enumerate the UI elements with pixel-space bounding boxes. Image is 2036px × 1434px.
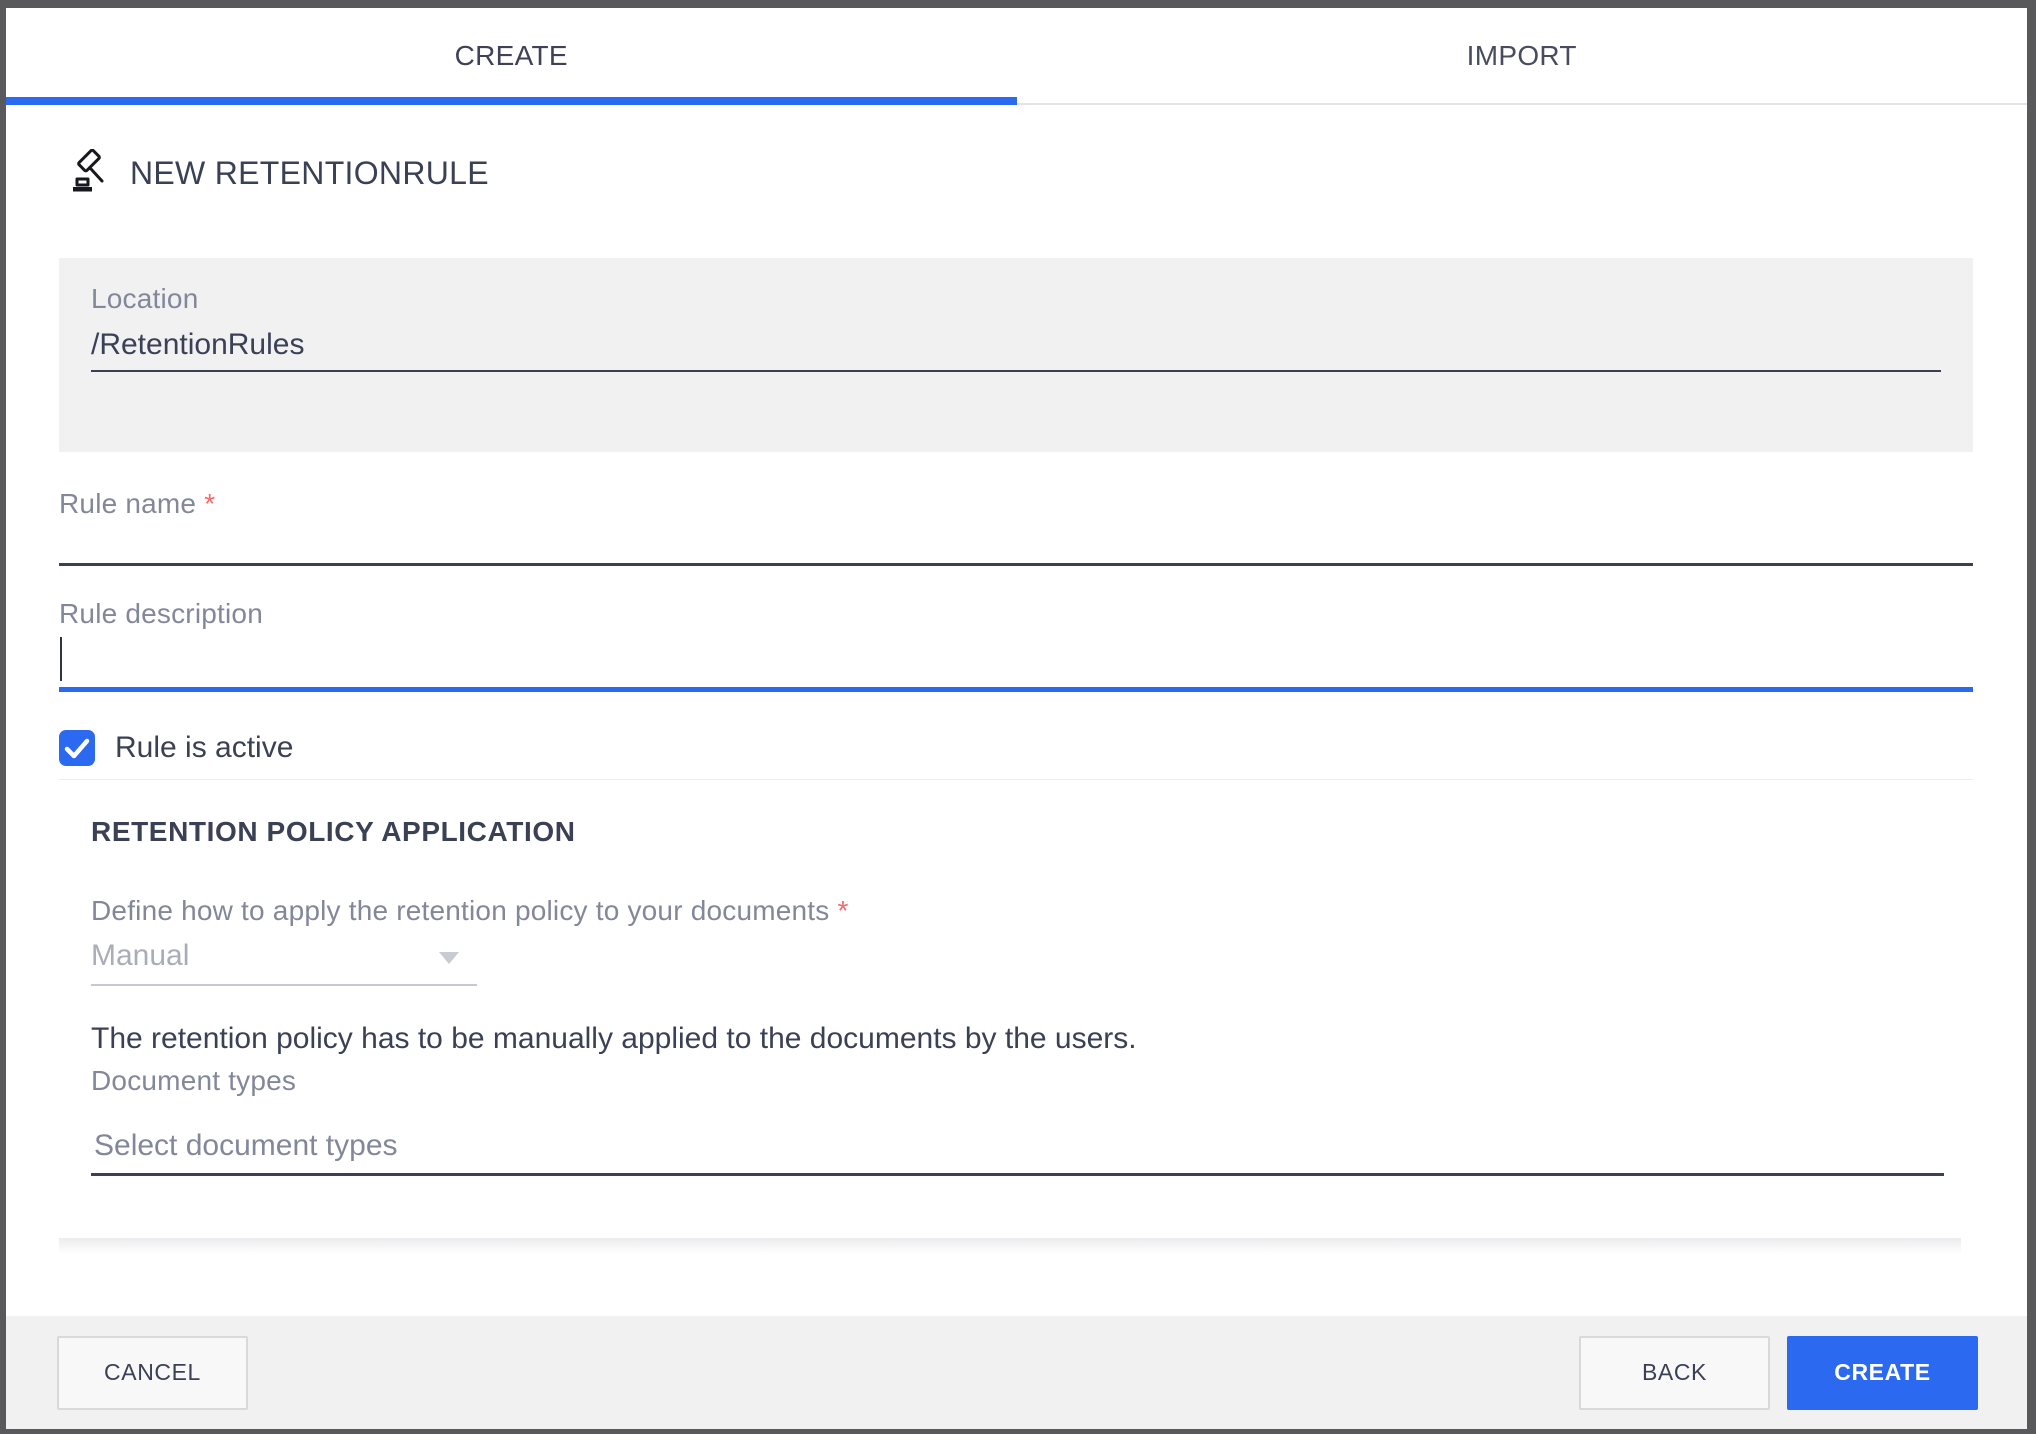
rule-description-field: Rule description (59, 597, 1973, 692)
location-input[interactable] (91, 324, 1941, 372)
rule-name-label: Rule name * (59, 487, 1973, 521)
rule-active-label[interactable]: Rule is active (115, 731, 293, 765)
apply-mode-help-text: The retention policy has to be manually … (91, 1022, 1137, 1055)
page-title: NEW RETENTIONRULE (130, 154, 489, 191)
apply-mode-label-text: Define how to apply the retention policy… (91, 895, 830, 926)
location-field-group: Location (59, 258, 1973, 452)
chevron-down-icon (439, 952, 459, 964)
back-button[interactable]: BACK (1579, 1335, 1770, 1410)
retention-policy-section: RETENTION POLICY APPLICATION Define how … (59, 814, 1973, 1176)
tab-import-label: IMPORT (1466, 39, 1577, 71)
dialog-tabbar: CREATE IMPORT (6, 8, 2027, 105)
footer-right-actions: BACK CREATE (1579, 1335, 1978, 1410)
document-types-input[interactable] (91, 1118, 1944, 1176)
rule-name-input[interactable] (59, 521, 1973, 566)
tab-create-label: CREATE (454, 39, 568, 71)
rule-description-label: Rule description (59, 598, 263, 629)
tab-create[interactable]: CREATE (6, 8, 1017, 103)
required-asterisk: * (204, 488, 216, 519)
apply-mode-label: Define how to apply the retention policy… (91, 894, 1973, 928)
scroll-shadow (59, 1238, 1961, 1254)
apply-mode-select[interactable]: Manual (91, 936, 477, 986)
text-caret (60, 637, 62, 681)
active-tab-indicator (6, 97, 1017, 105)
dialog-footer: CANCEL BACK CREATE (6, 1316, 2027, 1429)
required-asterisk: * (837, 895, 849, 926)
gavel-icon (73, 149, 104, 192)
page-heading: NEW RETENTIONRULE (59, 149, 1973, 196)
rule-active-checkbox[interactable] (59, 730, 95, 766)
location-label: Location (91, 283, 199, 314)
create-retention-rule-dialog: CREATE IMPORT NEW RETENTIONRULE Location… (6, 8, 2027, 1429)
rule-description-input[interactable] (59, 631, 1973, 692)
check-icon (64, 738, 90, 759)
create-button[interactable]: CREATE (1787, 1335, 1978, 1410)
section-title: RETENTION POLICY APPLICATION (91, 816, 576, 847)
cancel-button[interactable]: CANCEL (57, 1335, 248, 1410)
rule-name-field: Rule name * (59, 487, 1973, 566)
section-divider (59, 779, 1973, 780)
dialog-content: NEW RETENTIONRULE Location Rule name * R… (6, 105, 2027, 1316)
document-types-label: Document types (91, 1065, 297, 1096)
rule-name-label-text: Rule name (59, 488, 197, 519)
tab-import[interactable]: IMPORT (1017, 8, 2028, 103)
apply-mode-selected-value: Manual (91, 939, 190, 972)
rule-active-row[interactable]: Rule is active (59, 730, 1973, 766)
